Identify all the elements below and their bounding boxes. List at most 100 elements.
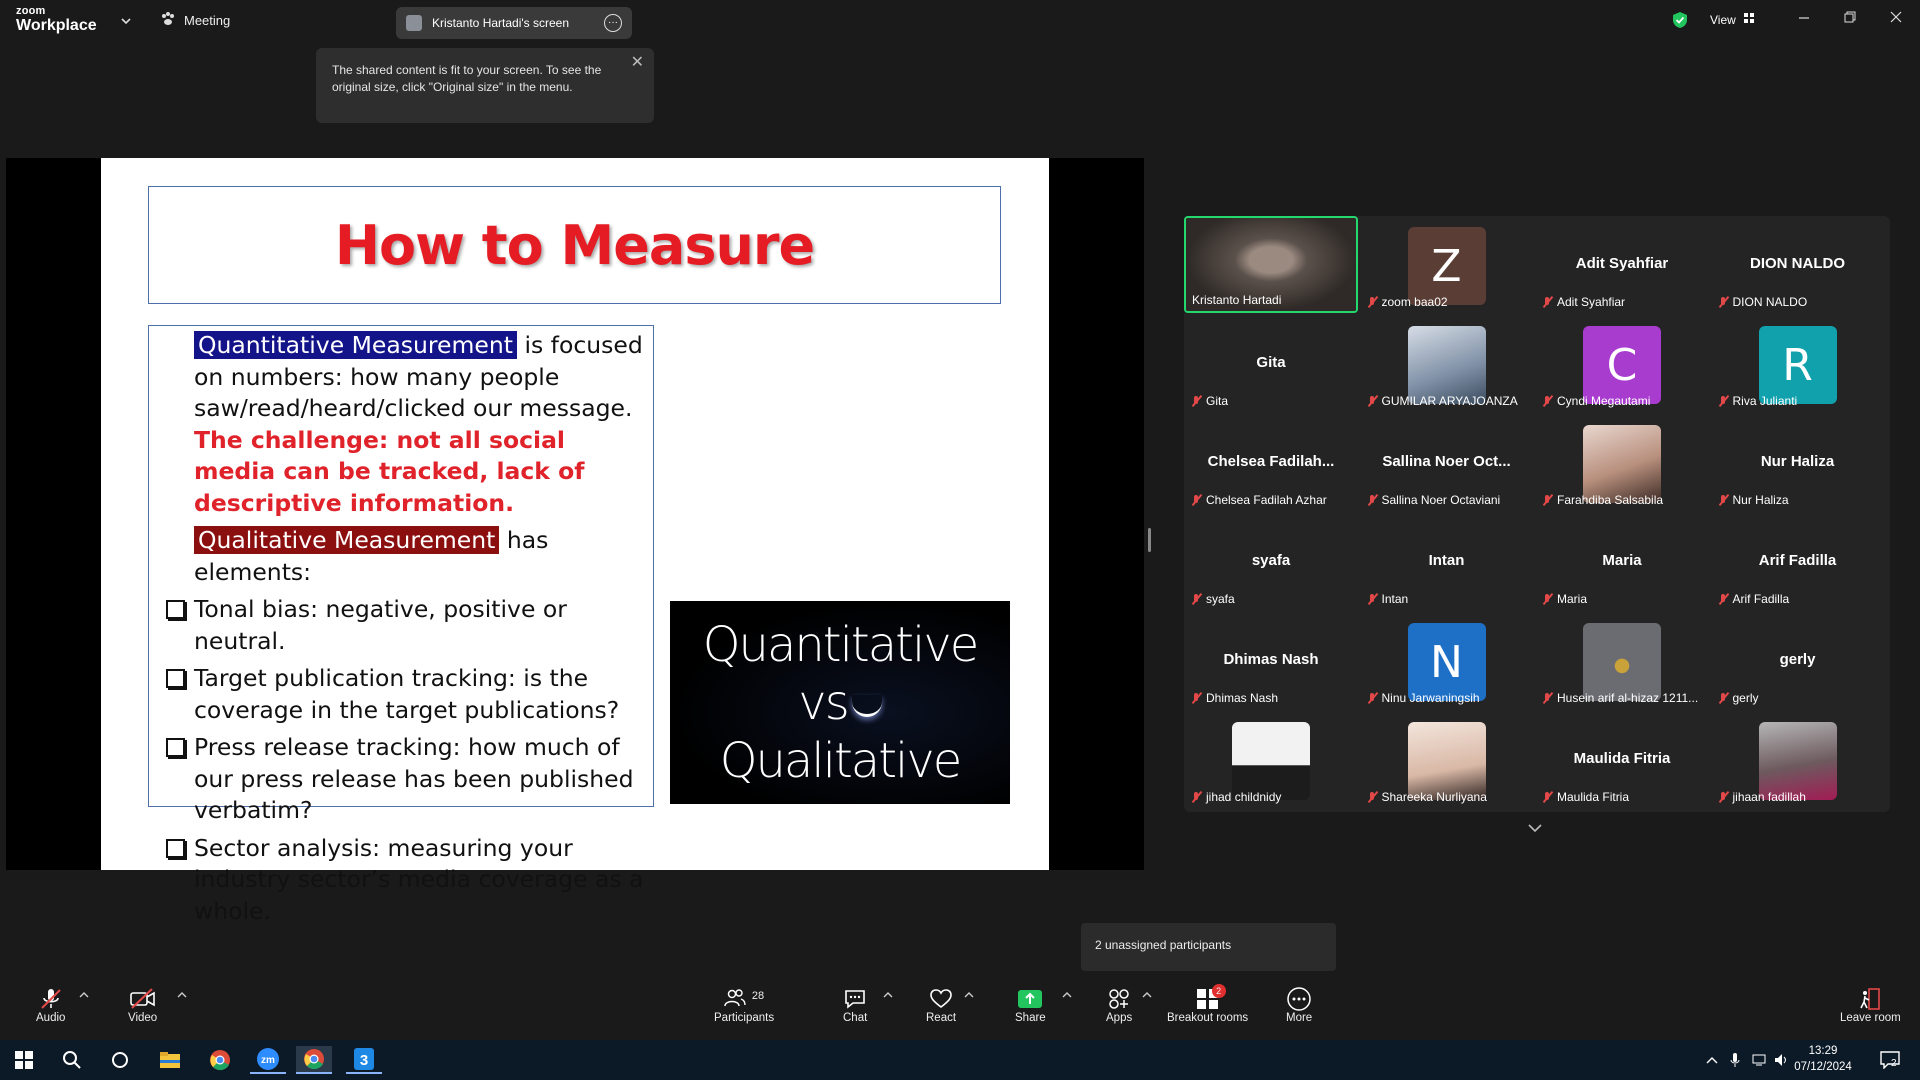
zoom-app-icon[interactable]: zm [250, 1046, 286, 1074]
leave-room-button[interactable]: Leave room [1840, 986, 1901, 1024]
participant-tile[interactable]: Nur Haliza Nur Haliza [1711, 414, 1885, 511]
more-options-icon[interactable]: ··· [604, 14, 622, 32]
participant-tile[interactable]: syafa syafa [1184, 513, 1358, 610]
slide-title-box: How to Measure [148, 186, 1001, 304]
participant-tile[interactable]: GUMILAR ARYAJOANZA [1360, 315, 1534, 412]
mic-muted-icon [1366, 494, 1378, 506]
participant-name: Nur Haliza [1732, 493, 1789, 507]
participant-tile[interactable]: Shareeka Nurliyana [1360, 711, 1534, 808]
app-3-icon[interactable]: 3 [346, 1046, 382, 1074]
mic-muted-icon [1190, 791, 1202, 803]
apps-button[interactable]: Apps [1106, 986, 1132, 1024]
mic-muted-icon [1541, 791, 1553, 803]
participants-button[interactable]: 28 Participants [714, 986, 774, 1024]
audio-label: Audio [36, 1012, 66, 1024]
participant-tile[interactable]: Zzoom baa02 [1360, 216, 1534, 313]
apps-options-caret[interactable] [1142, 990, 1152, 1001]
participant-name-label: gerly [1717, 691, 1759, 705]
people-icon [724, 988, 746, 1011]
chrome-icon[interactable] [296, 1046, 332, 1074]
participant-tile[interactable]: C Cyndi Megautami [1535, 315, 1709, 412]
cortana-icon[interactable] [102, 1046, 138, 1074]
chevron-down-icon[interactable] [121, 14, 131, 28]
zoom-logo: zoom Workplace [16, 6, 97, 34]
participant-tile[interactable]: jihad childnidy [1184, 711, 1358, 808]
participant-tile[interactable]: jihaan fadillah [1711, 711, 1885, 808]
shield-icon[interactable] [1672, 11, 1688, 34]
audio-button[interactable]: Audio [36, 986, 65, 1024]
image-line-2: vs [798, 674, 849, 731]
panel-splitter-handle[interactable] [1148, 528, 1151, 552]
mic-muted-icon [1717, 692, 1729, 704]
slide-title: How to Measure [334, 213, 815, 277]
participant-tile[interactable]: Maulida Fitria Maulida Fitria [1535, 711, 1709, 808]
screen-share-pill[interactable]: Kristanto Hartadi's screen ··· [396, 7, 632, 39]
participant-avatar-letter: C [1583, 326, 1661, 404]
participant-tile[interactable]: Husein arif al-hizaz 1211... [1535, 612, 1709, 709]
participant-tile[interactable]: Gita Gita [1184, 315, 1358, 412]
participant-tile[interactable]: Sallina Noer Oct... Sallina Noer Octavian… [1360, 414, 1534, 511]
taskbar-clock[interactable]: 13:29 07/12/2024 [1778, 1043, 1868, 1075]
react-button[interactable]: React [926, 986, 956, 1024]
participant-name-label: Ninu Jarwaningsih [1366, 691, 1480, 705]
meeting-menu-button[interactable]: Meeting [160, 12, 230, 29]
tray-overflow-icon[interactable] [1706, 1040, 1718, 1080]
restore-icon[interactable] [1844, 10, 1856, 28]
view-button[interactable]: View [1710, 13, 1755, 27]
unassigned-participants-notice[interactable]: 2 unassigned participants [1081, 923, 1336, 971]
participant-tile[interactable]: Chelsea Fadilah... Chelsea Fadilah Azhar [1184, 414, 1358, 511]
network-icon[interactable] [1752, 1040, 1768, 1080]
participant-tile[interactable]: Arif Fadilla Arif Fadilla [1711, 513, 1885, 610]
close-icon[interactable] [1890, 10, 1902, 28]
microphone-icon[interactable] [1730, 1040, 1740, 1080]
search-icon[interactable] [54, 1046, 90, 1074]
chevron-down-icon[interactable] [1528, 820, 1542, 838]
breakout-label: Breakout rooms [1167, 1012, 1249, 1024]
participant-name: Maria [1557, 592, 1588, 606]
chat-button[interactable]: Chat [843, 986, 867, 1024]
breakout-rooms-button[interactable]: 2 Breakout rooms [1167, 984, 1249, 1024]
image-line-3: Qualitative [719, 732, 963, 789]
participant-tile[interactable]: Dhimas Nash Dhimas Nash [1184, 612, 1358, 709]
quant-paragraph: Quantitative Measurement is focused on n… [194, 330, 645, 519]
audio-options-caret[interactable] [79, 990, 89, 1001]
participant-display-name: Sallina Noer Oct... [1382, 453, 1511, 470]
participant-tile[interactable]: DION NALDO DION NALDO [1711, 216, 1885, 313]
participant-tile[interactable]: Kristanto Hartadi [1184, 216, 1358, 313]
participant-tile[interactable]: R Riva Julianti [1711, 315, 1885, 412]
mic-muted-icon [1541, 593, 1553, 605]
share-button[interactable]: Share [1015, 986, 1046, 1024]
participant-tile[interactable]: gerly gerly [1711, 612, 1885, 709]
participant-name-label: jihad childnidy [1190, 790, 1281, 804]
participant-avatar-photo [1583, 623, 1661, 701]
participant-tile[interactable]: Intan Intan [1360, 513, 1534, 610]
participant-display-name: gerly [1779, 651, 1816, 668]
notifications-icon[interactable]: 2 [1880, 1040, 1900, 1080]
file-explorer-icon[interactable] [152, 1046, 188, 1074]
participant-name: Sallina Noer Octaviani [1381, 493, 1501, 507]
close-icon[interactable]: ✕ [631, 54, 644, 71]
participant-display-name: Maulida Fitria [1573, 750, 1671, 767]
video-button[interactable]: Video [128, 986, 157, 1024]
minimize-icon[interactable] [1798, 10, 1810, 28]
svg-text:3: 3 [360, 1052, 368, 1069]
participant-tile[interactable]: N Ninu Jarwaningsih [1360, 612, 1534, 709]
mic-muted-icon [1541, 296, 1553, 308]
qual-paragraph: Qualitative Measurement has elements: [194, 525, 645, 588]
mic-muted-icon [1190, 395, 1202, 407]
participant-tile[interactable]: Maria Maria [1535, 513, 1709, 610]
mic-muted-icon [1366, 791, 1378, 803]
chrome-icon[interactable] [202, 1046, 238, 1074]
participant-display-name: syafa [1251, 552, 1291, 569]
participant-tile[interactable]: Adit Syahfiar Adit Syahfiar [1535, 216, 1709, 313]
windows-start-icon[interactable] [6, 1046, 42, 1074]
participants-label: Participants [714, 1012, 775, 1024]
participant-display-name: Intan [1428, 552, 1465, 569]
react-options-caret[interactable] [964, 990, 974, 1001]
more-button[interactable]: More [1286, 986, 1312, 1024]
participant-tile[interactable]: Farahdiba Salsabila [1535, 414, 1709, 511]
video-options-caret[interactable] [177, 990, 187, 1001]
chat-options-caret[interactable] [883, 990, 893, 1001]
participant-name-label: syafa [1190, 592, 1235, 606]
share-options-caret[interactable] [1062, 990, 1072, 1001]
